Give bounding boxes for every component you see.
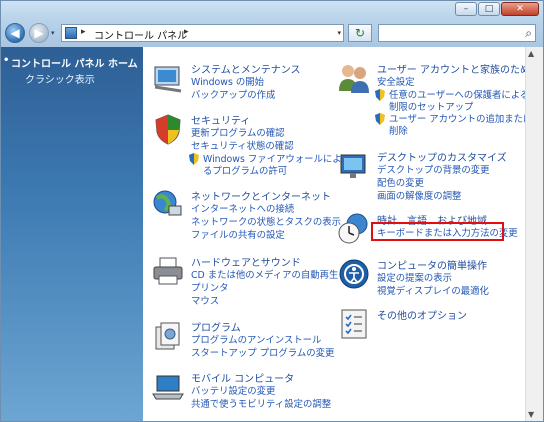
refresh-button[interactable]: ↻ <box>348 24 372 42</box>
task-link[interactable]: ネットワークの状態とタスクの表示 <box>191 214 341 228</box>
vertical-scrollbar[interactable]: ▲ ▼ <box>525 47 543 421</box>
category-view: システムとメンテナンス Windows の開始 バックアップの作成 セキュリティ… <box>143 47 540 421</box>
sidebar-item-home[interactable]: コントロール パネル ホーム <box>3 55 138 70</box>
highlight-box <box>371 222 504 241</box>
clock-globe-icon <box>338 213 368 244</box>
maximize-button[interactable]: □ <box>478 2 500 16</box>
navigation-bar: ◀ ▶ ▾ ▸ コントロール パネル ▸ ▾ ↻ ⌕ <box>5 23 541 43</box>
uac-shield-icon <box>375 113 385 125</box>
system-maintenance-icon <box>154 66 182 93</box>
breadcrumb-chevron-icon[interactable]: ▸ <box>184 27 189 37</box>
security-shield-icon <box>155 114 181 145</box>
task-link[interactable]: Windows の開始 <box>191 74 264 88</box>
breadcrumb-control-panel[interactable]: コントロール パネル <box>94 27 187 42</box>
task-link[interactable]: スタートアップ プログラムの変更 <box>191 345 334 359</box>
category-title[interactable]: その他のオプション <box>377 307 467 322</box>
task-link[interactable]: プログラムのアンインストール <box>191 332 321 346</box>
task-link[interactable]: セキュリティ状態の確認 <box>191 138 294 152</box>
task-link[interactable]: プリンタ <box>191 280 229 294</box>
task-link[interactable]: バックアップの作成 <box>191 87 275 101</box>
desktop-customization-icon <box>340 154 366 178</box>
forward-button[interactable]: ▶ <box>29 23 49 43</box>
task-link[interactable]: 設定の提案の表示 <box>377 270 452 284</box>
address-bar[interactable]: ▸ コントロール パネル ▸ ▾ <box>61 24 344 42</box>
close-button[interactable]: ✕ <box>501 2 539 16</box>
laptop-icon <box>152 375 184 400</box>
control-panel-icon <box>65 27 77 39</box>
window-controls: – □ ✕ <box>455 2 539 16</box>
task-link[interactable]: マウス <box>191 293 219 307</box>
task-link[interactable]: インターネットへの接続 <box>191 201 294 215</box>
uac-shield-icon <box>189 153 199 165</box>
task-link[interactable]: 安全設定 <box>377 74 415 88</box>
task-link[interactable]: バッテリ設定の変更 <box>191 383 275 397</box>
task-link[interactable]: ユーザー アカウントの追加または <box>389 111 532 125</box>
back-button[interactable]: ◀ <box>5 23 25 43</box>
breadcrumb-chevron-icon[interactable]: ▸ <box>81 27 86 37</box>
uac-shield-icon <box>375 89 385 101</box>
task-link[interactable]: 削除 <box>389 123 408 137</box>
task-link[interactable]: CD または他のメディアの自動再生 <box>191 267 338 281</box>
users-icon <box>339 65 369 93</box>
task-link[interactable]: 視覚ディスプレイの最適化 <box>377 283 489 297</box>
programs-icon <box>155 322 180 350</box>
sidebar: コントロール パネル ホーム クラシック表示 <box>1 47 143 421</box>
task-link[interactable]: 共通で使うモビリティ設定の調整 <box>191 396 331 410</box>
task-link[interactable]: るプログラムの許可 <box>203 163 287 177</box>
task-link[interactable]: 画面の解像度の調整 <box>377 188 461 202</box>
search-input[interactable]: ⌕ <box>378 24 536 42</box>
address-dropdown-icon[interactable]: ▾ <box>337 29 341 37</box>
network-globe-icon <box>153 190 182 216</box>
control-panel-window: – □ ✕ ◀ ▶ ▾ ▸ コントロール パネル ▸ ▾ ↻ ⌕ コントロール … <box>0 0 544 422</box>
task-link[interactable]: 配色の変更 <box>377 175 424 189</box>
recent-pages-dropdown[interactable]: ▾ <box>51 29 55 37</box>
scroll-up-icon[interactable]: ▲ <box>528 49 534 58</box>
additional-options-icon <box>341 309 367 339</box>
minimize-button[interactable]: – <box>455 2 477 16</box>
task-link[interactable]: 更新プログラムの確認 <box>191 125 284 139</box>
printer-icon <box>153 257 183 285</box>
task-link[interactable]: ファイルの共有の設定 <box>191 227 285 241</box>
search-icon[interactable]: ⌕ <box>525 26 532 41</box>
title-bar: – □ ✕ ◀ ▶ ▾ ▸ コントロール パネル ▸ ▾ ↻ ⌕ <box>1 1 543 47</box>
ease-of-access-icon <box>339 259 369 289</box>
sidebar-item-classic-view[interactable]: クラシック表示 <box>25 71 95 86</box>
task-link[interactable]: デスクトップの背景の変更 <box>377 162 490 176</box>
scroll-down-icon[interactable]: ▼ <box>528 410 534 419</box>
